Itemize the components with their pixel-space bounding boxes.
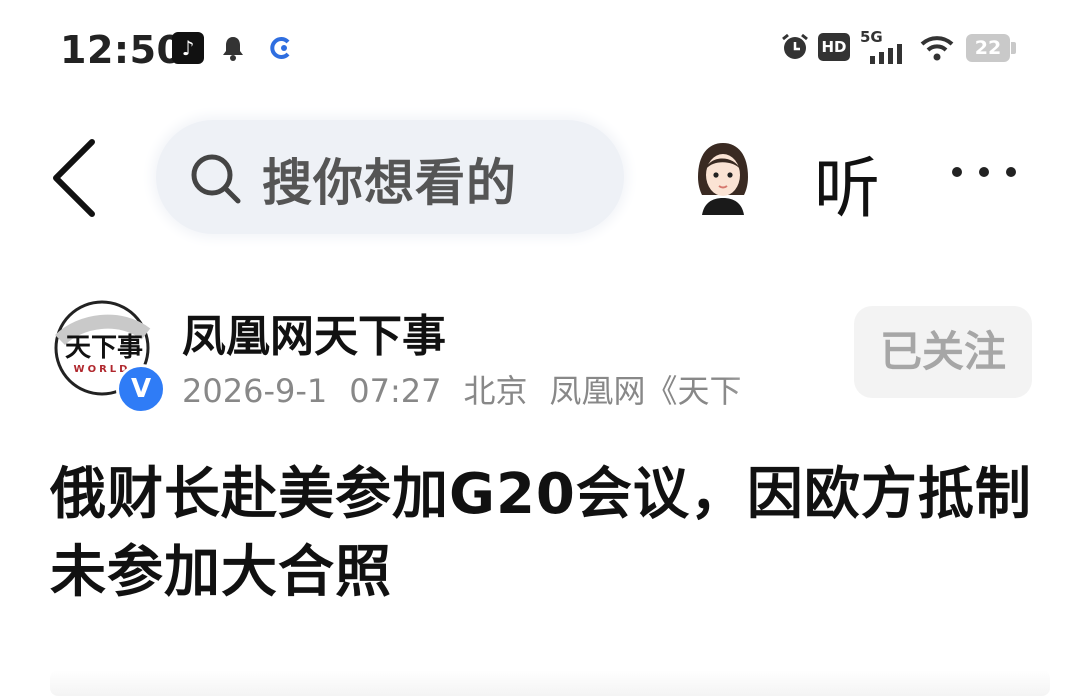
battery-icon: 22	[966, 34, 1010, 62]
search-input[interactable]: 搜你想看的	[262, 143, 517, 215]
back-icon	[53, 139, 95, 217]
c-app-icon	[268, 34, 294, 66]
verified-badge: V	[116, 364, 166, 414]
post-date: 2026-9-1	[182, 372, 328, 410]
author-name[interactable]: 凤凰网天下事	[182, 300, 446, 364]
more-dot	[979, 167, 989, 177]
post-meta: 2026-9-1 07:27 北京 凤凰网《天下	[182, 366, 842, 412]
hd-badge: HD	[818, 33, 850, 61]
back-button[interactable]	[50, 138, 98, 222]
post-source: 凤凰网《天下	[549, 372, 742, 410]
post-time: 07:27	[349, 372, 442, 410]
alarm-icon	[780, 32, 810, 66]
more-dot	[1006, 167, 1016, 177]
listen-button[interactable]: 听	[814, 135, 880, 231]
signal-icon	[870, 44, 906, 68]
wifi-icon	[920, 34, 954, 66]
post-location: 北京	[463, 372, 528, 410]
follow-button[interactable]: 已关注	[854, 306, 1032, 398]
bell-icon	[220, 34, 246, 66]
avatar[interactable]	[684, 137, 762, 215]
search-icon	[190, 153, 242, 209]
content-divider	[50, 670, 1050, 696]
status-time: 12:50	[60, 28, 184, 72]
battery-tip	[1011, 42, 1016, 54]
more-dot	[952, 167, 962, 177]
article-title: 俄财长赴美参加G20会议，因欧方抵制未参加大合照	[50, 462, 1032, 605]
tiktok-icon: ♪	[172, 32, 204, 64]
logo-text: 天下事	[65, 333, 143, 363]
more-icon[interactable]	[952, 162, 1033, 181]
